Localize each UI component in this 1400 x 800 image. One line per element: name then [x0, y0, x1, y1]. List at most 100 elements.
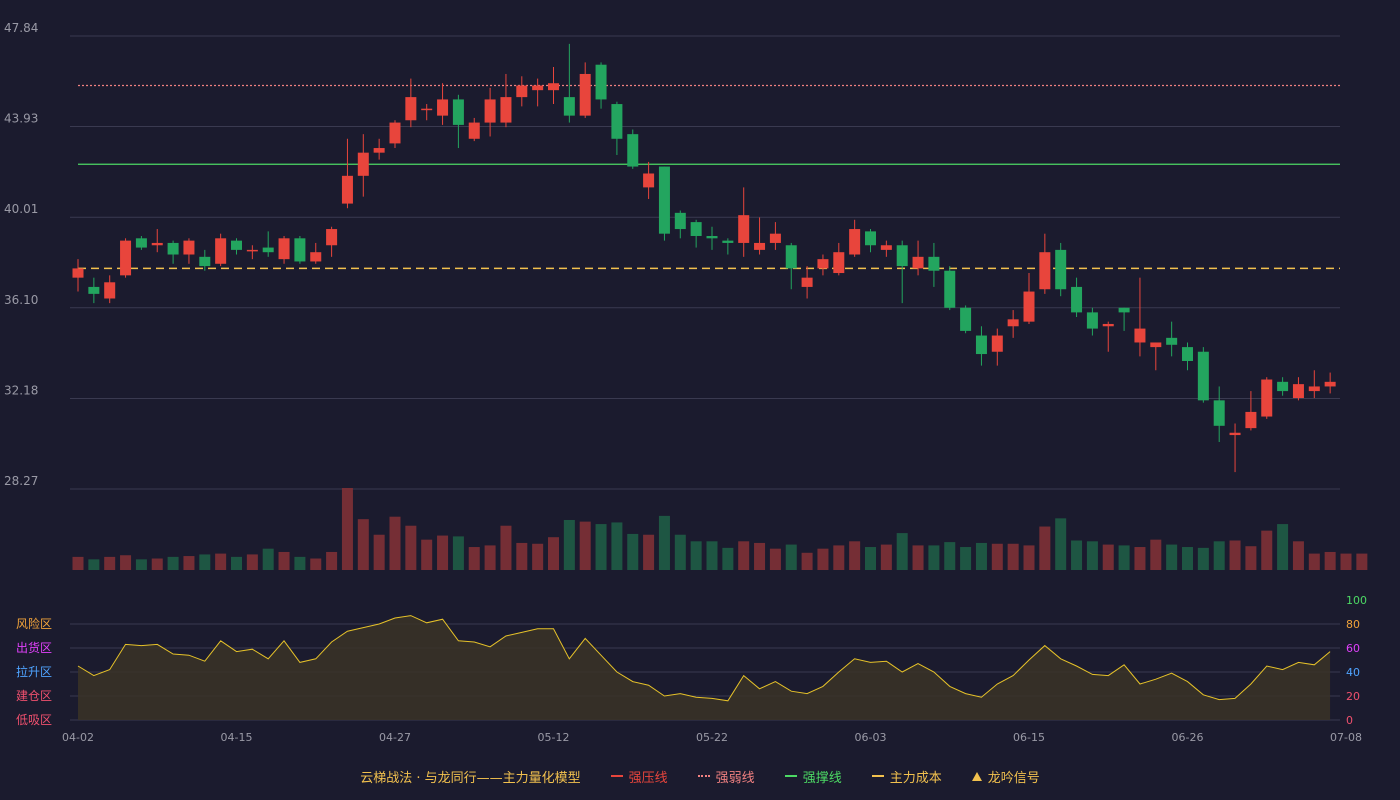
candle-body	[1023, 291, 1035, 322]
volume-bar	[516, 542, 528, 570]
legend-swatch	[610, 775, 623, 777]
osc-tick-label: 20	[1346, 690, 1360, 703]
volume-bar	[722, 547, 734, 570]
candle-body	[643, 173, 655, 188]
volume-bar	[1182, 547, 1193, 570]
legend-item-signal[interactable]: 龙吟信号	[971, 767, 1040, 786]
candle-body	[658, 166, 670, 234]
candle-body	[991, 335, 1003, 352]
grid	[70, 35, 1340, 721]
volume-bar	[579, 521, 591, 570]
price-tick-label: 28.27	[4, 474, 38, 488]
candle-body	[1324, 381, 1336, 387]
x-tick-label: 04-15	[221, 731, 253, 744]
price-tick-label: 47.84	[4, 21, 38, 35]
legend: 云梯战法 · 与龙同行——主力量化模型 强压线 强弱线 强撑线 主力成本 龙吟信…	[0, 766, 1400, 786]
candle-body	[278, 238, 290, 260]
candle-body	[1071, 286, 1083, 313]
candle-body	[452, 99, 464, 125]
candle-body	[833, 252, 845, 274]
candle-body	[373, 148, 385, 153]
candle-body	[722, 240, 734, 243]
candle-body	[183, 240, 195, 255]
candle-body	[674, 212, 686, 230]
zone-label: 低吸区	[16, 713, 52, 727]
volume-bar	[452, 536, 464, 570]
legend-swatch	[784, 775, 797, 777]
volume-bar	[1023, 545, 1035, 570]
legend-swatch	[871, 775, 884, 777]
volume-bar	[88, 559, 100, 570]
volume-bar	[1055, 518, 1067, 570]
legend-title: 云梯战法 · 与龙同行——主力量化模型	[360, 770, 581, 786]
candle-body	[389, 122, 401, 144]
candle-body	[1308, 386, 1320, 392]
volume-bar	[754, 542, 766, 570]
volume-bar	[294, 556, 306, 570]
candle-body	[912, 256, 924, 269]
volume-bar	[357, 519, 369, 570]
x-tick-label: 06-26	[1172, 731, 1204, 744]
osc-tick-label: 40	[1346, 666, 1360, 679]
volume-bar	[1150, 539, 1162, 570]
volume-bar	[1166, 544, 1178, 570]
legend-item-resistance[interactable]: 强压线	[610, 767, 668, 786]
candle-body	[849, 229, 861, 255]
legend-item-support[interactable]: 强撑线	[784, 767, 842, 786]
volume-bar	[1039, 526, 1051, 570]
volume-bar	[627, 533, 639, 570]
legend-item-cost[interactable]: 主力成本	[871, 767, 942, 786]
volume-bar	[833, 545, 845, 570]
candle-body	[199, 256, 211, 267]
candle-body	[72, 268, 84, 278]
legend-swatch	[697, 775, 710, 777]
volume-bar	[151, 558, 163, 570]
candle-body	[262, 247, 274, 253]
volume-bar	[738, 541, 750, 570]
candle-body	[690, 222, 702, 236]
candle-body	[405, 97, 417, 121]
candle-body	[246, 249, 258, 252]
zone-label: 出货区	[16, 640, 52, 655]
volume-bar	[769, 548, 781, 570]
candle-body	[468, 122, 480, 139]
volume-bar	[1292, 541, 1304, 570]
candle-body	[135, 238, 147, 248]
volume-bar	[405, 525, 417, 570]
volume-bar	[865, 547, 876, 570]
candle-body	[975, 335, 987, 355]
candle-body	[1197, 351, 1209, 401]
volume-bar	[1071, 540, 1083, 570]
volume-bar	[421, 539, 433, 570]
volume-bar	[785, 544, 797, 570]
candle-body	[104, 282, 116, 299]
x-tick-label: 05-12	[538, 731, 570, 744]
volume-bar	[1118, 545, 1130, 570]
volume-bar	[167, 556, 179, 570]
volume-bar	[611, 522, 623, 570]
candle-body	[960, 307, 972, 331]
volume-bar	[72, 556, 84, 570]
volume-bar	[1261, 530, 1273, 570]
volume-bar	[532, 543, 544, 570]
volume-bar	[183, 556, 195, 570]
legend-item-weak[interactable]: 强弱线	[697, 767, 755, 786]
candle-body	[801, 277, 813, 287]
volume-bar	[849, 541, 861, 570]
volume-bar	[928, 545, 940, 570]
candle-body	[1102, 323, 1114, 327]
candle-body	[1118, 307, 1130, 313]
osc-area	[78, 615, 1331, 720]
candle-body	[548, 83, 559, 91]
volume-bar	[595, 524, 607, 570]
zone-label: 建仓区	[16, 689, 52, 703]
candle-body	[437, 99, 449, 116]
candle-body	[1292, 384, 1304, 399]
price-tick-label: 43.93	[4, 112, 38, 126]
volume-bar	[991, 543, 1003, 570]
x-tick-label: 04-27	[379, 731, 411, 744]
candle-body	[484, 99, 496, 123]
volume-bar	[690, 541, 702, 570]
candle-body	[215, 238, 227, 264]
volume-bar	[310, 558, 322, 570]
